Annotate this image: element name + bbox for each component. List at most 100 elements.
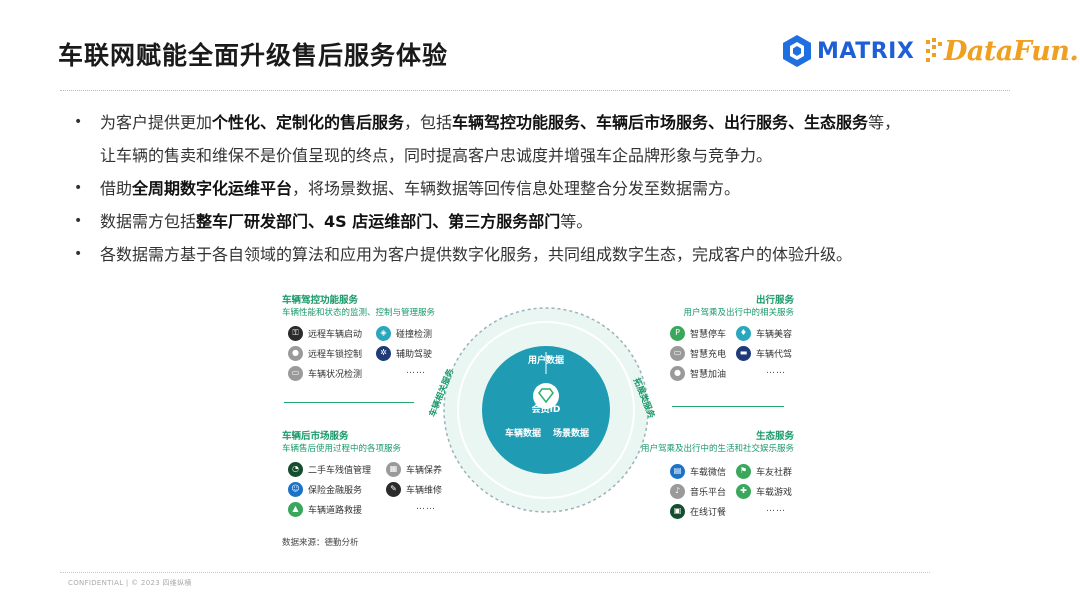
bullet-emphasis: 车辆驾控功能服务、车辆后市场服务、出行服务、生态服务 [452, 113, 869, 132]
header-divider [60, 90, 1010, 91]
item-label: 车辆代驾 [756, 349, 793, 360]
chat-icon: ▤ [670, 463, 685, 479]
community-icon: ⚑ [736, 463, 751, 479]
key-icon: ⚿ [288, 325, 303, 341]
battery-icon: ▭ [288, 365, 303, 381]
aftermarket-item-rescue: ▲ 车辆道路救援 [288, 500, 362, 518]
matrix-logo: MATRIX [782, 34, 914, 68]
item-label: 智慧加油 [690, 369, 727, 380]
driving-item-remote-start: ⚿ 远程车辆启动 [288, 324, 362, 342]
aftermarket-item-repair: ✎ 车辆维修 [386, 480, 442, 498]
service-diagram: 车辆驾控功能服务 车辆性能和状态的监测、控制与管理服务 ⚿ 远程车辆启动 ◈ 碰… [276, 284, 806, 554]
left-divider [284, 402, 414, 403]
data-source: 数据来源：德勤分析 [282, 538, 359, 548]
footer-divider [60, 572, 930, 573]
item-label: 车辆状况检测 [308, 369, 363, 380]
datafun-dots-icon [926, 38, 942, 62]
item-label: 智慧充电 [690, 349, 727, 360]
aftermarket-item-used-car: ◔ 二手车残值管理 [288, 460, 371, 478]
aftermarket-section-subtitle: 车辆售后使用过程中的各项服务 [282, 444, 402, 454]
person-icon: ☺ [288, 481, 303, 497]
steering-icon: ✲ [376, 345, 391, 361]
datafun-logo: DataFun. [924, 32, 1079, 70]
bullet-1: 为客户提供更加个性化、定制化的售后服务，包括车辆驾控功能服务、车辆后市场服务、出… [70, 106, 1020, 172]
bullet-text: ，将场景数据、车辆数据等回传信息处理整合分发至数据需方。 [292, 179, 741, 198]
item-label: 在线订餐 [690, 507, 727, 518]
bullet-4: 各数据需方基于各自领域的算法和应用为客户提供数字化服务，共同组成数字生态，完成客… [70, 238, 1020, 271]
gamepad-icon: ✚ [736, 483, 751, 499]
mobility-item-parking: P 智慧停车 [670, 324, 726, 342]
item-label: 远程车辆启动 [308, 329, 363, 340]
aftermarket-more: …… [416, 502, 436, 512]
bullet-text: 为客户提供更加 [100, 113, 213, 132]
fuel-icon: ● [670, 365, 685, 381]
bullet-1-line1: 为客户提供更加个性化、定制化的售后服务，包括车辆驾控功能服务、车辆后市场服务、出… [100, 106, 1020, 139]
ecosystem-item-music: ♪ 音乐平台 [670, 482, 726, 500]
mobility-section-subtitle: 用户驾乘及出行中的相关服务 [683, 308, 794, 318]
bullet-2-line1: 借助全周期数字化运维平台，将场景数据、车辆数据等回传信息处理整合分发至数据需方。 [100, 172, 1020, 205]
bullet-4-line1: 各数据需方基于各自领域的算法和应用为客户提供数字化服务，共同组成数字生态，完成客… [100, 238, 1020, 271]
bullet-emphasis: 全周期数字化运维平台 [132, 179, 293, 198]
shop-icon: ▦ [386, 461, 401, 477]
mobility-item-beauty: ♦ 车辆美容 [736, 324, 792, 342]
mobility-section-title: 出行服务 [755, 295, 794, 306]
bullet-2: 借助全周期数字化运维平台，将场景数据、车辆数据等回传信息处理整合分发至数据需方。 [70, 172, 1020, 205]
item-label: 辅助驾驶 [396, 349, 433, 360]
bullet-emphasis: 个性化、定制化的售后服务 [212, 113, 405, 132]
aftermarket-item-insurance: ☺ 保险金融服务 [288, 480, 362, 498]
ecosystem-section-subtitle: 用户驾乘及出行中的生活和社交娱乐服务 [640, 444, 794, 454]
parking-icon: P [670, 325, 685, 341]
bullet-list: 为客户提供更加个性化、定制化的售后服务，包括车辆驾控功能服务、车辆后市场服务、出… [70, 106, 1020, 271]
driving-section-subtitle: 车辆性能和状态的监测、控制与管理服务 [282, 308, 436, 318]
item-label: 车载游戏 [756, 487, 793, 498]
aftermarket-section-title: 车辆后市场服务 [282, 431, 349, 442]
bullet-text: 借助 [100, 179, 133, 198]
bullet-3: 数据需方包括整车厂研发部门、4S 店运维部门、第三方服务部门等。 [70, 205, 1020, 238]
matrix-wordmark: MATRIX [817, 38, 915, 64]
page-title: 车联网赋能全面升级售后服务体验 [58, 41, 449, 70]
bullet-text: 等， [868, 113, 901, 132]
matrix-hex-icon [783, 35, 811, 67]
aftermarket-item-maintenance: ▦ 车辆保养 [386, 460, 442, 478]
bullet-1-line2: 让车辆的售卖和维保不是价值呈现的终点，同时提高客户忠诚度并增强车企品牌形象与竞争… [100, 146, 773, 165]
mobility-item-chauffeur: ▬ 车辆代驾 [736, 344, 792, 362]
mobility-item-charging: ▭ 智慧充电 [670, 344, 726, 362]
ecosystem-item-food: ▣ 在线订餐 [670, 502, 726, 520]
datafun-wordmark: DataFun. [944, 35, 1079, 67]
item-label: 车载微信 [690, 467, 727, 478]
gauge-icon: ◔ [288, 461, 303, 477]
center-member-id: 会员ID [531, 405, 561, 415]
music-icon: ♪ [670, 483, 685, 499]
item-label: 远程车锁控制 [308, 349, 363, 360]
ecosystem-item-wechat: ▤ 车载微信 [670, 462, 726, 480]
center-scene-data: 场景数据 [552, 429, 589, 439]
battery-charge-icon: ▭ [670, 345, 685, 361]
center-user-data: 用户数据 [527, 356, 564, 366]
food-icon: ▣ [670, 503, 685, 519]
bullet-text: 各数据需方基于各自领域的算法和应用为客户提供数字化服务，共同组成数字生态，完成客… [100, 245, 853, 264]
mobility-item-refuel: ● 智慧加油 [670, 364, 726, 382]
drop-icon: ♦ [736, 325, 751, 341]
car-icon: ▬ [736, 345, 751, 361]
mobility-more: …… [766, 366, 786, 376]
footer-text: CONFIDENTIAL | © 2023 四维纵横 [68, 579, 192, 587]
driving-item-assist: ✲ 辅助驾驶 [376, 344, 432, 362]
driving-item-remote-lock: ● 远程车锁控制 [288, 344, 362, 362]
ecosystem-item-community: ⚑ 车友社群 [736, 462, 792, 480]
ecosystem-more: …… [766, 504, 786, 514]
bullet-text: 数据需方包括 [100, 212, 197, 231]
driving-section-title: 车辆驾控功能服务 [282, 295, 359, 306]
center-vehicle-data: 车辆数据 [504, 429, 541, 439]
ecosystem-item-games: ✚ 车载游戏 [736, 482, 792, 500]
driving-item-status: ▭ 车辆状况检测 [288, 364, 362, 382]
item-label: 保险金融服务 [308, 485, 363, 496]
item-label: 碰撞检测 [396, 329, 433, 340]
bullet-3-line1: 数据需方包括整车厂研发部门、4S 店运维部门、第三方服务部门等。 [100, 205, 1020, 238]
item-label: 二手车残值管理 [308, 465, 372, 476]
item-label: 车辆美容 [756, 329, 793, 340]
item-label: 音乐平台 [690, 487, 727, 498]
driving-item-collision: ◈ 碰撞检测 [376, 324, 432, 342]
wrench-icon: ✎ [386, 481, 401, 497]
bullet-text: ，包括 [404, 113, 453, 132]
shield-icon: ◈ [376, 325, 391, 341]
